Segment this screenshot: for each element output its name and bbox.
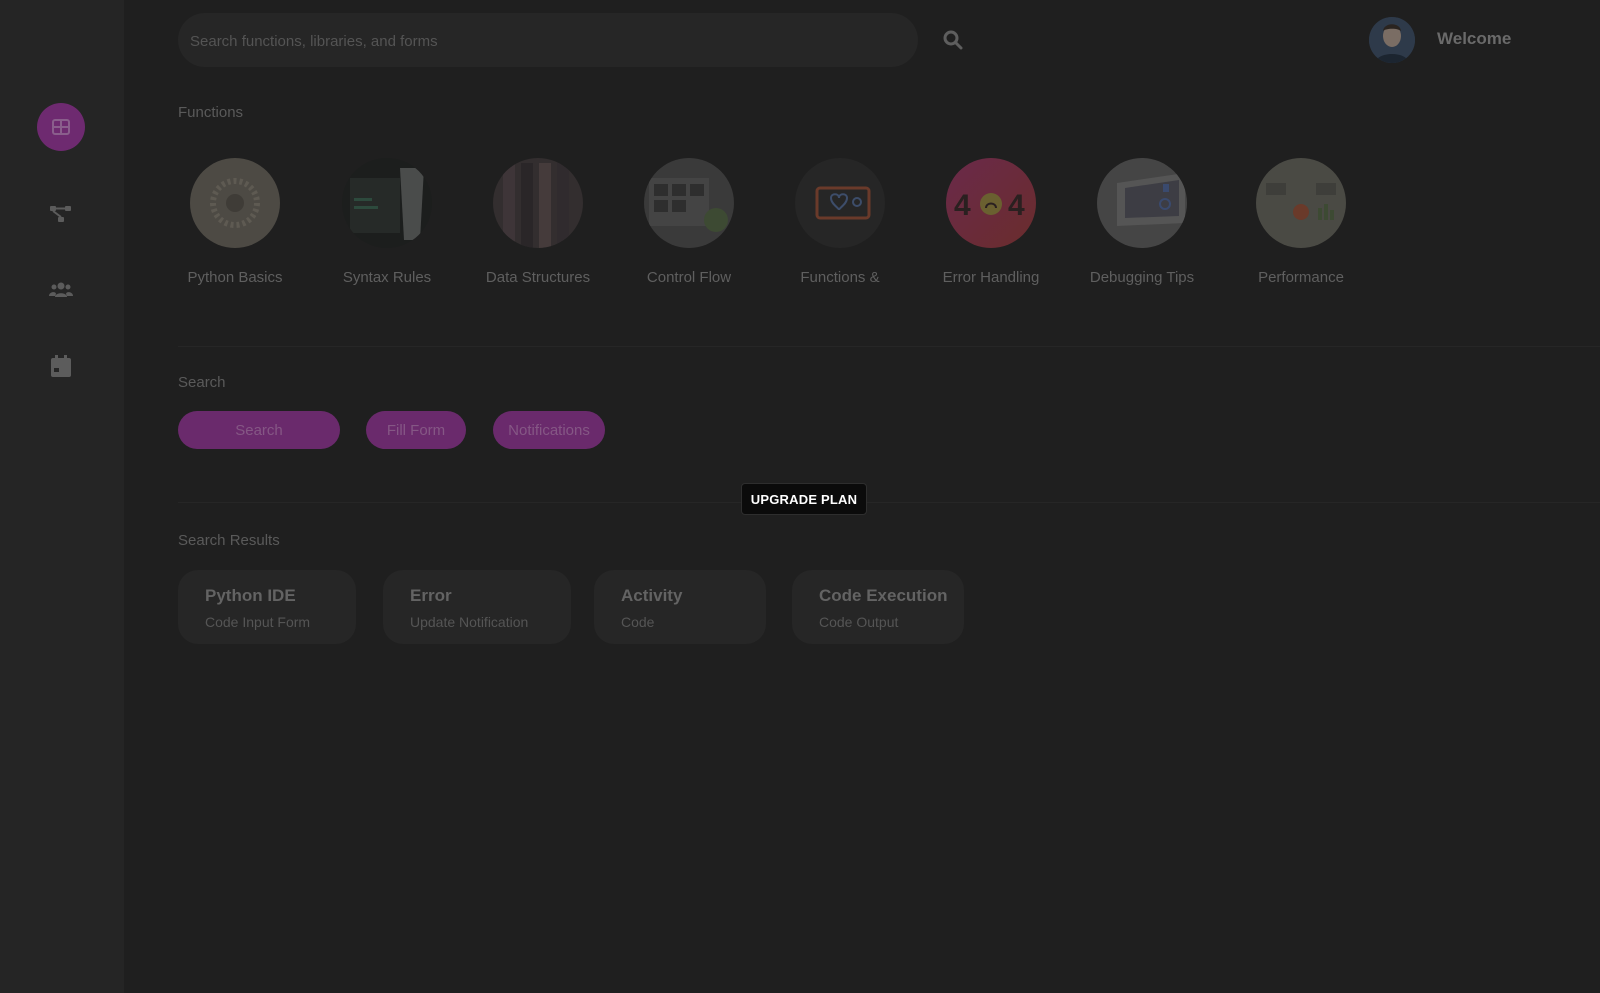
syntax-rules-thumbnail	[342, 158, 432, 248]
workflow-icon	[50, 206, 71, 222]
svg-text:4: 4	[1008, 189, 1025, 222]
result-card-python-ide[interactable]: Python IDE Code Input Form	[178, 570, 356, 644]
search-button[interactable]	[923, 13, 983, 67]
svg-text:4: 4	[954, 189, 971, 222]
search-icon	[943, 30, 963, 50]
function-item-control-flow[interactable]: Control Flow	[614, 158, 764, 286]
welcome-text: Welcome	[1437, 29, 1512, 48]
sidebar-item-workflow[interactable]	[37, 190, 85, 238]
control-flow-thumbnail	[644, 158, 734, 248]
calendar-icon	[51, 355, 71, 377]
function-item-data-structures[interactable]: Data Structures	[463, 158, 613, 286]
avatar[interactable]	[1369, 17, 1415, 63]
python-basics-thumbnail	[190, 158, 280, 248]
dashboard-icon	[52, 119, 70, 135]
sidebar	[0, 0, 124, 993]
function-item-functions[interactable]: Functions &	[765, 158, 915, 286]
function-item-error-handling[interactable]: 4 4 Error Handling	[916, 158, 1066, 286]
debugging-tips-thumbnail	[1097, 158, 1187, 248]
sidebar-item-users[interactable]	[37, 266, 85, 314]
fill-form-chip-button[interactable]: Fill Form	[366, 411, 466, 449]
functions-title: Functions	[178, 104, 244, 121]
function-item-performance[interactable]: Performance	[1226, 158, 1376, 286]
functions-thumbnail	[795, 158, 885, 248]
function-item-debugging-tips[interactable]: Debugging Tips	[1067, 158, 1217, 286]
notifications-chip-button[interactable]: Notifications	[493, 411, 605, 449]
divider	[178, 346, 1600, 347]
function-item-python-basics[interactable]: Python Basics	[160, 158, 310, 286]
error-handling-thumbnail: 4 4	[946, 158, 1036, 248]
search-results-title: Search Results	[178, 532, 280, 549]
search-section-title: Search	[178, 374, 226, 391]
result-card-error[interactable]: Error Update Notification	[383, 570, 571, 644]
sidebar-item-calendar[interactable]	[37, 342, 85, 390]
search-input[interactable]	[188, 13, 842, 69]
sidebar-item-dashboard[interactable]	[37, 103, 85, 151]
search-chip-button[interactable]: Search	[178, 411, 340, 449]
result-card-code-execution[interactable]: Code Execution Code Output	[792, 570, 964, 644]
divider	[178, 502, 1600, 503]
upgrade-plan-button[interactable]: UPGRADE PLAN	[741, 483, 867, 515]
function-item-syntax-rules[interactable]: Syntax Rules	[312, 158, 462, 286]
performance-thumbnail	[1256, 158, 1346, 248]
result-card-activity[interactable]: Activity Code	[594, 570, 766, 644]
search-bar	[178, 13, 963, 69]
users-icon	[49, 282, 73, 297]
data-structures-thumbnail	[493, 158, 583, 248]
